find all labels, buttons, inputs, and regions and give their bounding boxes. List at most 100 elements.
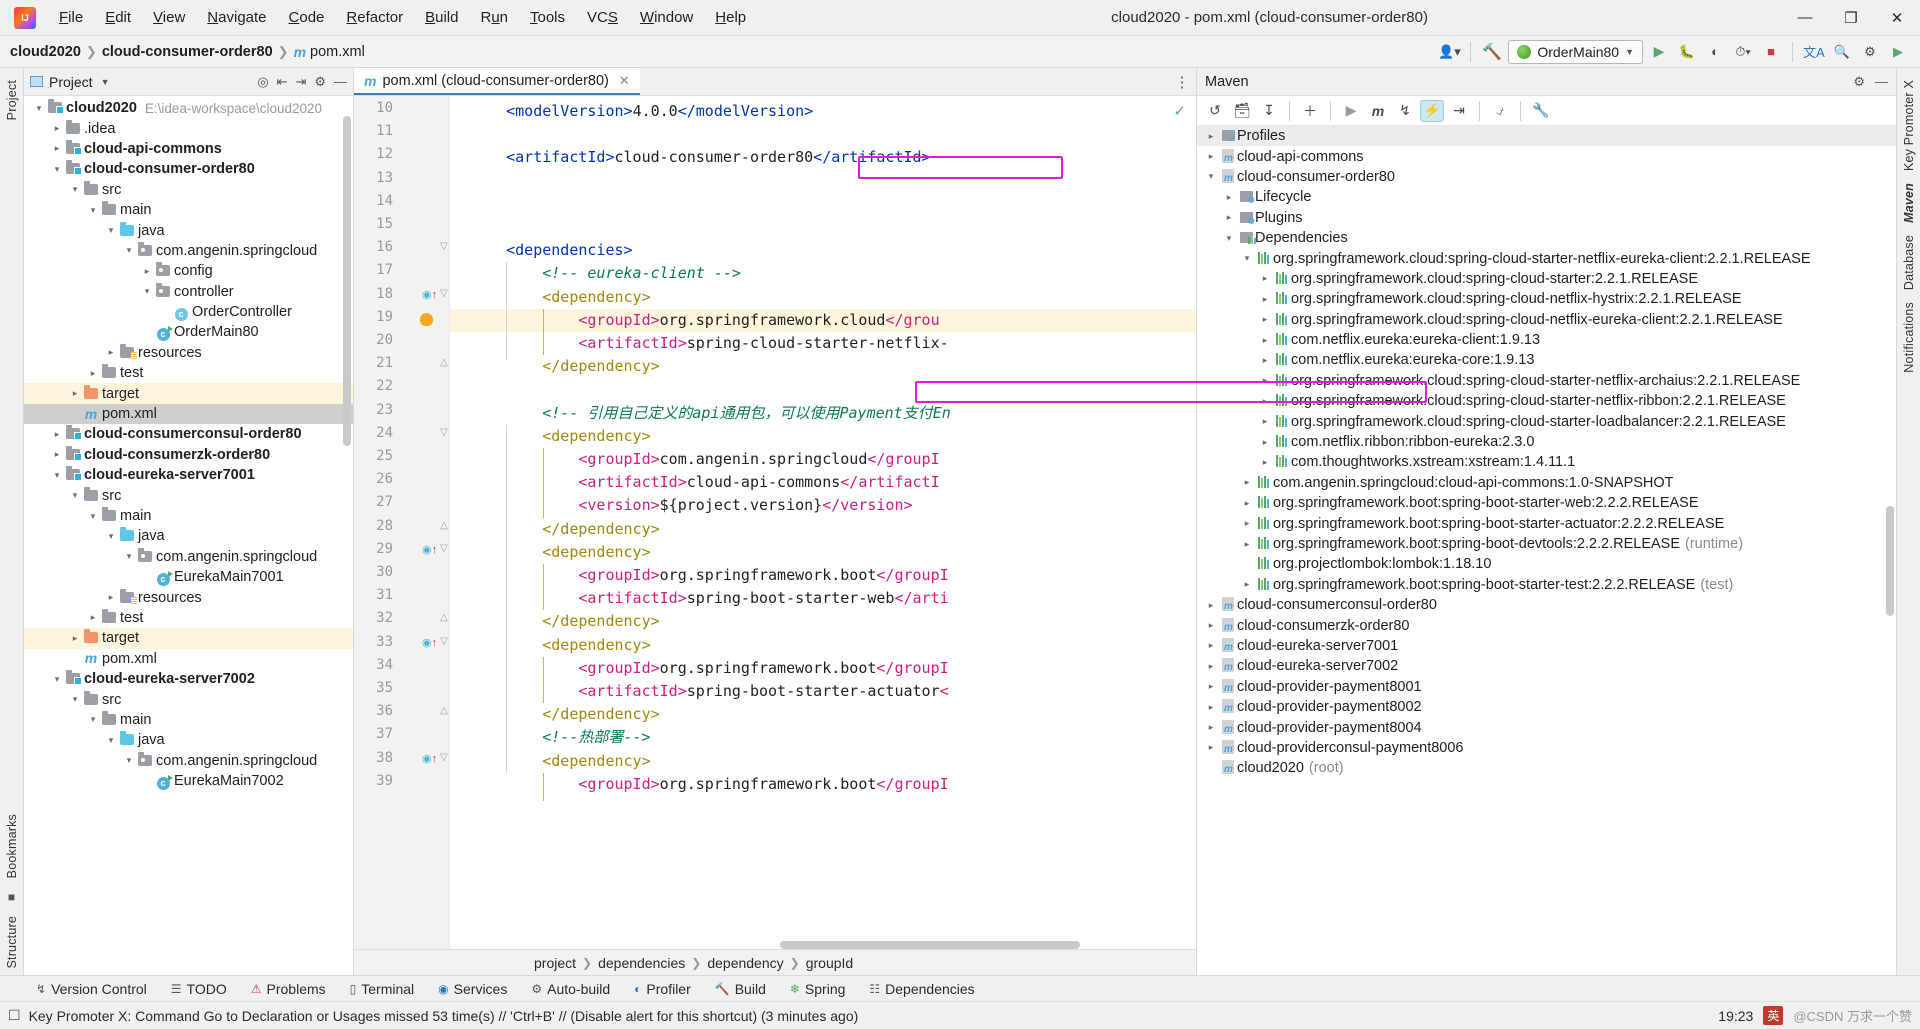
tree-toggle-icon[interactable]: ▾: [122, 551, 136, 562]
inspection-status-icon[interactable]: ✓: [1173, 102, 1186, 120]
tree-toggle-icon[interactable]: ▸: [1257, 335, 1273, 346]
project-tree-row[interactable]: ▸ resources: [24, 587, 353, 607]
tree-toggle-icon[interactable]: ▾: [1221, 233, 1237, 244]
code-fold-icon[interactable]: △: [440, 357, 448, 368]
maven-tree-row[interactable]: ▸ cloud-provider-payment8004: [1197, 717, 1896, 737]
close-button[interactable]: ✕: [1874, 0, 1920, 36]
tree-toggle-icon[interactable]: ▾: [140, 286, 154, 297]
tree-toggle-icon[interactable]: ▸: [1257, 375, 1273, 386]
minimize-button[interactable]: —: [1782, 0, 1828, 36]
tree-toggle-icon[interactable]: ▸: [1239, 579, 1255, 590]
rail-item-notifications[interactable]: Notifications: [1902, 296, 1916, 379]
tree-toggle-icon[interactable]: ▸: [104, 592, 118, 603]
intention-bulb-icon[interactable]: [420, 312, 433, 326]
rail-item-key-promoter[interactable]: Key Promoter X: [1902, 74, 1916, 177]
code-line[interactable]: [450, 123, 1196, 146]
tw-spring[interactable]: ❄ Spring: [778, 981, 858, 997]
code-line[interactable]: </dependency>: [450, 610, 1196, 633]
tree-toggle-icon[interactable]: ▾: [104, 531, 118, 542]
project-tree-row[interactable]: ▾ cloud-consumer-order80: [24, 159, 353, 179]
chevron-down-icon[interactable]: ▼: [101, 77, 110, 87]
maven-tree-row[interactable]: ▸ org.springframework.cloud:spring-cloud-…: [1197, 391, 1896, 411]
tw-build[interactable]: 🔨 Build: [703, 981, 778, 997]
tree-toggle-icon[interactable]: ▾: [86, 511, 100, 522]
tree-toggle-icon[interactable]: ▸: [1221, 212, 1237, 223]
maven-tree-row[interactable]: ▸ Lifecycle: [1197, 187, 1896, 207]
maven-tree-row[interactable]: ▸ org.springframework.cloud:spring-cloud-…: [1197, 289, 1896, 309]
tree-toggle-icon[interactable]: ▸: [1239, 539, 1255, 550]
tree-toggle-icon[interactable]: ▸: [1257, 457, 1273, 468]
project-tree-row[interactable]: ▾ cloud-eureka-server7001: [24, 465, 353, 485]
menu-window[interactable]: Window: [629, 5, 704, 30]
project-tree-row[interactable]: ▸ test: [24, 363, 353, 383]
download-sources-icon[interactable]: ↧: [1257, 100, 1281, 122]
project-tree-row[interactable]: ▾ com.angenin.springcloud: [24, 547, 353, 567]
breadcrumb-dependency[interactable]: dependency: [707, 955, 783, 971]
tree-toggle-icon[interactable]: ▾: [1203, 171, 1219, 182]
maven-tree-row[interactable]: ▾ Dependencies: [1197, 228, 1896, 248]
project-tree-row[interactable]: m pom.xml: [24, 649, 353, 669]
project-panel-tools[interactable]: ◎ ⇤ ⇥ ⚙ —: [257, 74, 347, 90]
expand-icon[interactable]: ▶: [1886, 41, 1910, 63]
code-fold-icon[interactable]: ▽: [440, 427, 448, 438]
code-line[interactable]: <groupId>org.springframework.boot</group…: [450, 773, 1196, 796]
tw-profiler[interactable]: ◐ Profiler: [622, 981, 703, 997]
project-tree-row[interactable]: ▾ java: [24, 526, 353, 546]
tree-toggle-icon[interactable]: ▾: [50, 164, 64, 175]
tree-toggle-icon[interactable]: ▸: [1239, 518, 1255, 529]
breadcrumb[interactable]: cloud2020 ❯ cloud-consumer-order80 ❯ m p…: [10, 44, 365, 60]
project-tree-row[interactable]: ▾ com.angenin.springcloud: [24, 751, 353, 771]
tree-toggle-icon[interactable]: ▸: [1257, 294, 1273, 305]
tree-toggle-icon[interactable]: ▸: [1203, 151, 1219, 162]
code-fold-icon[interactable]: ▽: [440, 543, 448, 554]
tree-toggle-icon[interactable]: ▸: [50, 123, 64, 134]
project-tree-row[interactable]: c EurekaMain7002: [24, 771, 353, 791]
maven-panel-tools[interactable]: ⚙ —: [1853, 74, 1888, 90]
maven-tree-row[interactable]: ▸ com.netflix.eureka:eureka-core:1.9.13: [1197, 350, 1896, 370]
tree-toggle-icon[interactable]: ▾: [68, 184, 82, 195]
menu-file[interactable]: File: [48, 5, 94, 30]
code-line[interactable]: [450, 170, 1196, 193]
collapse-icon[interactable]: ⇤: [277, 74, 288, 90]
project-tree-row[interactable]: ▾ main: [24, 710, 353, 730]
code-line[interactable]: <artifactId>spring-cloud-starter-netflix…: [450, 332, 1196, 355]
project-tree-row[interactable]: ▾ java: [24, 730, 353, 750]
project-tree-row[interactable]: ▸ .idea: [24, 118, 353, 138]
search-icon[interactable]: 🔍: [1830, 41, 1854, 63]
rail-item-database[interactable]: Database: [1902, 229, 1916, 296]
project-tree-row[interactable]: ▾ src: [24, 180, 353, 200]
maven-tree-row[interactable]: ▸ com.angenin.springcloud:cloud-api-commo…: [1197, 473, 1896, 493]
project-tree-row[interactable]: c OrderMain80: [24, 322, 353, 342]
tree-toggle-icon[interactable]: ▸: [50, 429, 64, 440]
stop-icon[interactable]: ■: [1759, 41, 1783, 63]
project-tree-row[interactable]: ▾ cloud2020 E:\idea-workspace\cloud2020: [24, 98, 353, 118]
maven-tree-row[interactable]: ▸ cloud-provider-payment8002: [1197, 697, 1896, 717]
maven-tree-row[interactable]: ▾ org.springframework.cloud:spring-cloud-…: [1197, 248, 1896, 268]
expand-icon[interactable]: ⇥: [295, 74, 306, 90]
maven-tree-row[interactable]: org.projectlombok:lombok:1.18.10: [1197, 554, 1896, 574]
project-tree-row[interactable]: ▾ controller: [24, 282, 353, 302]
maven-tree-row[interactable]: ▸ org.springframework.cloud:spring-cloud-…: [1197, 310, 1896, 330]
toggle-offline-icon[interactable]: ⚡: [1420, 99, 1444, 122]
maven-tree-row[interactable]: ▸ Profiles: [1197, 126, 1896, 147]
maven-tree-row[interactable]: ▸ org.springframework.boot:spring-boot-de…: [1197, 534, 1896, 554]
profile-icon[interactable]: ⏱▾: [1731, 41, 1755, 63]
tree-toggle-icon[interactable]: ▸: [140, 266, 154, 277]
tree-toggle-icon[interactable]: ▸: [1221, 192, 1237, 203]
code-line[interactable]: <groupId>org.springframework.boot</group…: [450, 657, 1196, 680]
breadcrumb-file[interactable]: pom.xml: [310, 44, 365, 60]
code-line[interactable]: <artifactId>spring-boot-starter-web</art…: [450, 587, 1196, 610]
project-vertical-scrollbar[interactable]: [343, 116, 351, 446]
maven-tree-row[interactable]: ▸ cloud-consumerconsul-order80: [1197, 595, 1896, 615]
tree-toggle-icon[interactable]: ▾: [104, 735, 118, 746]
tree-toggle-icon[interactable]: ▸: [104, 347, 118, 358]
editor-horizontal-scrollbar[interactable]: [450, 941, 1196, 949]
maven-tree-row[interactable]: ▸ cloud-eureka-server7002: [1197, 656, 1896, 676]
maven-tree-row[interactable]: ▸ org.springframework.cloud:spring-cloud-…: [1197, 371, 1896, 391]
run-icon[interactable]: ▶: [1647, 41, 1671, 63]
maven-tree-row[interactable]: ▸ cloud-consumerzk-order80: [1197, 615, 1896, 635]
bookmark-arrow-icon[interactable]: ◉↑: [422, 288, 437, 301]
menu-code[interactable]: Code: [278, 5, 336, 30]
tree-toggle-icon[interactable]: ▸: [1203, 722, 1219, 733]
tw-dependencies[interactable]: ☷ Dependencies: [857, 981, 986, 997]
